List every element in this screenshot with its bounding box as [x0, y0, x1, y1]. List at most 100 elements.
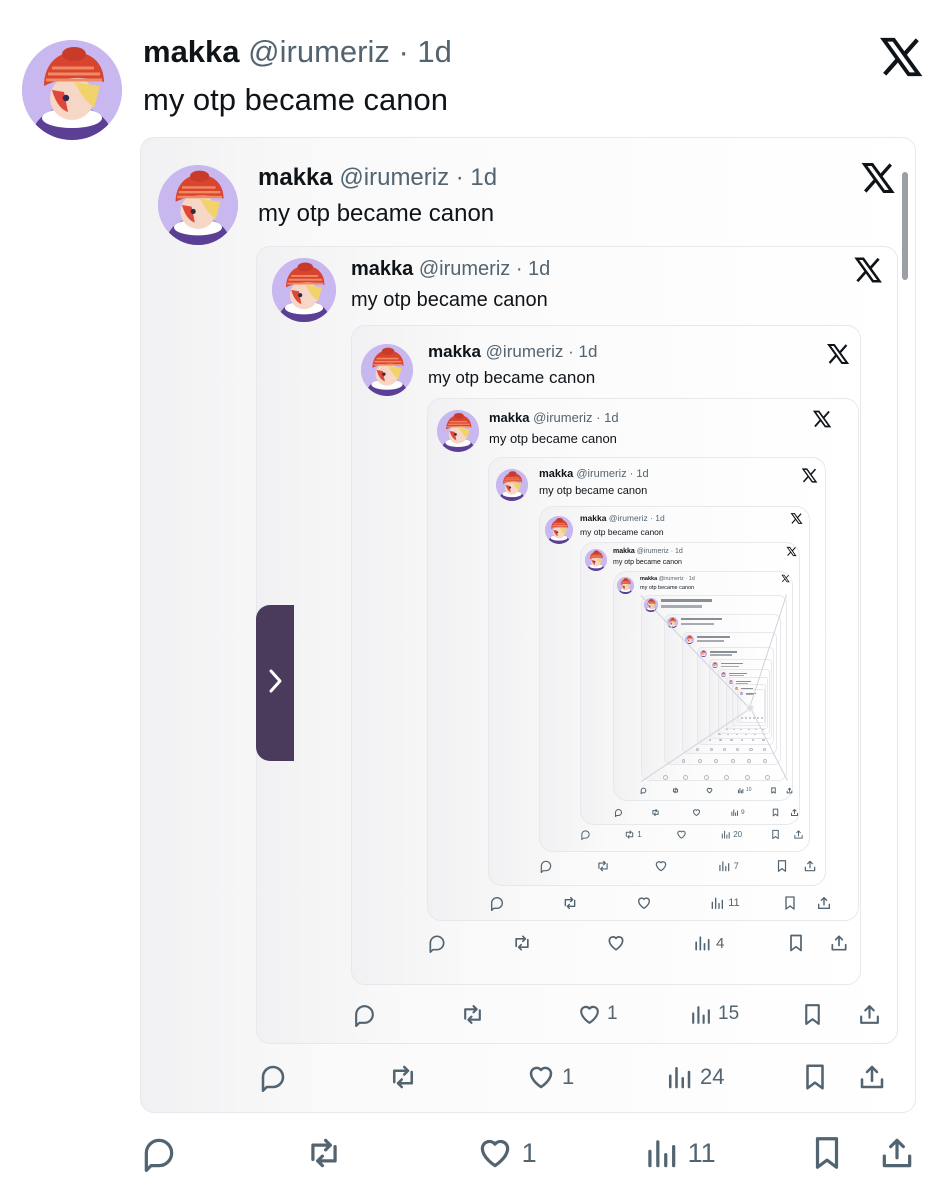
- reply-button[interactable]: [352, 1002, 377, 1027]
- avatar[interactable]: [496, 469, 528, 501]
- heart-icon: [706, 787, 713, 794]
- author-handle[interactable]: @irumeriz · 1d: [609, 513, 665, 523]
- tweet-text: my otp became canon: [258, 200, 495, 227]
- retweet-button[interactable]: [651, 808, 660, 817]
- like-button[interactable]: [654, 859, 668, 873]
- author-line: makka @irumeriz · 1d: [539, 469, 649, 480]
- reply-button[interactable]: [539, 859, 553, 873]
- bookmark-button[interactable]: [782, 895, 798, 911]
- share-button[interactable]: [857, 1002, 882, 1027]
- author-name[interactable]: makka: [258, 164, 333, 191]
- views-button[interactable]: 7: [717, 859, 739, 873]
- reply-button[interactable]: [580, 829, 591, 840]
- scrollbar[interactable]: [902, 172, 908, 280]
- author-name[interactable]: makka: [640, 576, 657, 582]
- author-name[interactable]: makka: [351, 258, 413, 280]
- author-handle[interactable]: @irumeriz · 1d: [486, 342, 598, 361]
- share-button[interactable]: [816, 895, 832, 911]
- author-handle[interactable]: @irumeriz · 1d: [339, 164, 497, 191]
- reply-icon: [640, 787, 647, 794]
- retweet-button[interactable]: [596, 859, 610, 873]
- avatar[interactable]: [617, 577, 634, 594]
- author-handle[interactable]: @irumeriz · 1d: [533, 410, 618, 425]
- retweet-button[interactable]: 1: [624, 829, 642, 840]
- author-handle[interactable]: @irumeriz · 1d: [576, 468, 648, 480]
- share-button[interactable]: [803, 859, 817, 873]
- like-button[interactable]: [692, 808, 701, 817]
- avatar[interactable]: [437, 410, 479, 452]
- reply-icon: [580, 829, 591, 840]
- views-button[interactable]: 11: [709, 895, 740, 911]
- retweet-button[interactable]: [388, 1062, 418, 1092]
- reply-button[interactable]: [140, 1134, 178, 1172]
- side-panel-tab[interactable]: [256, 605, 294, 761]
- author-name[interactable]: makka: [489, 410, 529, 425]
- author-handle[interactable]: @irumeriz · 1d: [659, 576, 695, 582]
- views-button[interactable]: 4: [692, 933, 724, 953]
- avatar[interactable]: [272, 258, 336, 322]
- avatar: [700, 650, 707, 657]
- share-button[interactable]: [829, 933, 849, 953]
- author-handle[interactable]: @irumeriz · 1d: [637, 548, 683, 555]
- bookmark-button[interactable]: [800, 1002, 825, 1027]
- views-button[interactable]: 10: [737, 787, 752, 794]
- retweet-button[interactable]: [305, 1134, 343, 1172]
- retweet-button[interactable]: [562, 895, 578, 911]
- like-button[interactable]: 1: [526, 1062, 574, 1092]
- reply-button[interactable]: [489, 895, 505, 911]
- tweet-text: my otp became canon: [640, 585, 695, 591]
- author-name[interactable]: makka: [580, 513, 606, 523]
- views-button[interactable]: 24: [664, 1062, 724, 1092]
- avatar[interactable]: [22, 40, 122, 140]
- author-name[interactable]: makka: [143, 34, 240, 69]
- author-handle[interactable]: @irumeriz · 1d: [419, 258, 550, 280]
- share-button[interactable]: [790, 808, 799, 817]
- heart-icon: [606, 933, 626, 953]
- bookmark-button[interactable]: [775, 859, 789, 873]
- share-button[interactable]: [793, 829, 804, 840]
- author-handle[interactable]: @irumeriz · 1d: [248, 34, 452, 69]
- retweet-button[interactable]: [512, 933, 532, 953]
- share-button[interactable]: [786, 787, 793, 794]
- tweet-text: my otp became canon: [613, 559, 682, 566]
- reply-button[interactable]: [640, 787, 647, 794]
- bookmark-button[interactable]: [771, 808, 780, 817]
- share-button[interactable]: [857, 1062, 887, 1092]
- share-button[interactable]: [878, 1134, 916, 1172]
- avatar[interactable]: [585, 549, 607, 571]
- views-button[interactable]: 15: [688, 1002, 739, 1027]
- like-button[interactable]: 1: [577, 1002, 618, 1027]
- reply-button[interactable]: [614, 808, 623, 817]
- bookmark-button[interactable]: [786, 933, 806, 953]
- bookmark-button[interactable]: [808, 1134, 846, 1172]
- bookmark-button[interactable]: [770, 786, 777, 794]
- reply-button[interactable]: [427, 933, 447, 953]
- avatar[interactable]: [545, 516, 573, 544]
- heart-icon: [476, 1134, 514, 1172]
- reply-button[interactable]: [258, 1062, 288, 1092]
- bookmark-button[interactable]: [770, 829, 781, 840]
- x-logo-icon: [786, 546, 797, 557]
- like-button[interactable]: [706, 787, 713, 794]
- action-dot: [760, 717, 763, 719]
- like-button[interactable]: 1: [476, 1134, 537, 1172]
- author-name[interactable]: makka: [539, 468, 573, 480]
- like-button[interactable]: [636, 895, 652, 911]
- views-count: 10: [746, 787, 752, 793]
- like-button[interactable]: [606, 933, 626, 953]
- heart-icon: [577, 1002, 602, 1027]
- author-name[interactable]: makka: [428, 342, 481, 361]
- avatar[interactable]: [158, 165, 238, 245]
- author-name[interactable]: makka: [613, 548, 635, 555]
- tweet-text: my otp became canon: [489, 431, 617, 446]
- avatar[interactable]: [361, 344, 413, 396]
- retweet-button[interactable]: [460, 1002, 485, 1027]
- tweet-text: my otp became canon: [143, 82, 449, 117]
- like-button[interactable]: [676, 829, 687, 840]
- bookmark-button[interactable]: [800, 1062, 830, 1092]
- retweet-button[interactable]: [672, 787, 679, 794]
- views-button[interactable]: 20: [720, 829, 742, 840]
- views-button[interactable]: 11: [642, 1134, 716, 1172]
- views-button[interactable]: 9: [730, 808, 745, 817]
